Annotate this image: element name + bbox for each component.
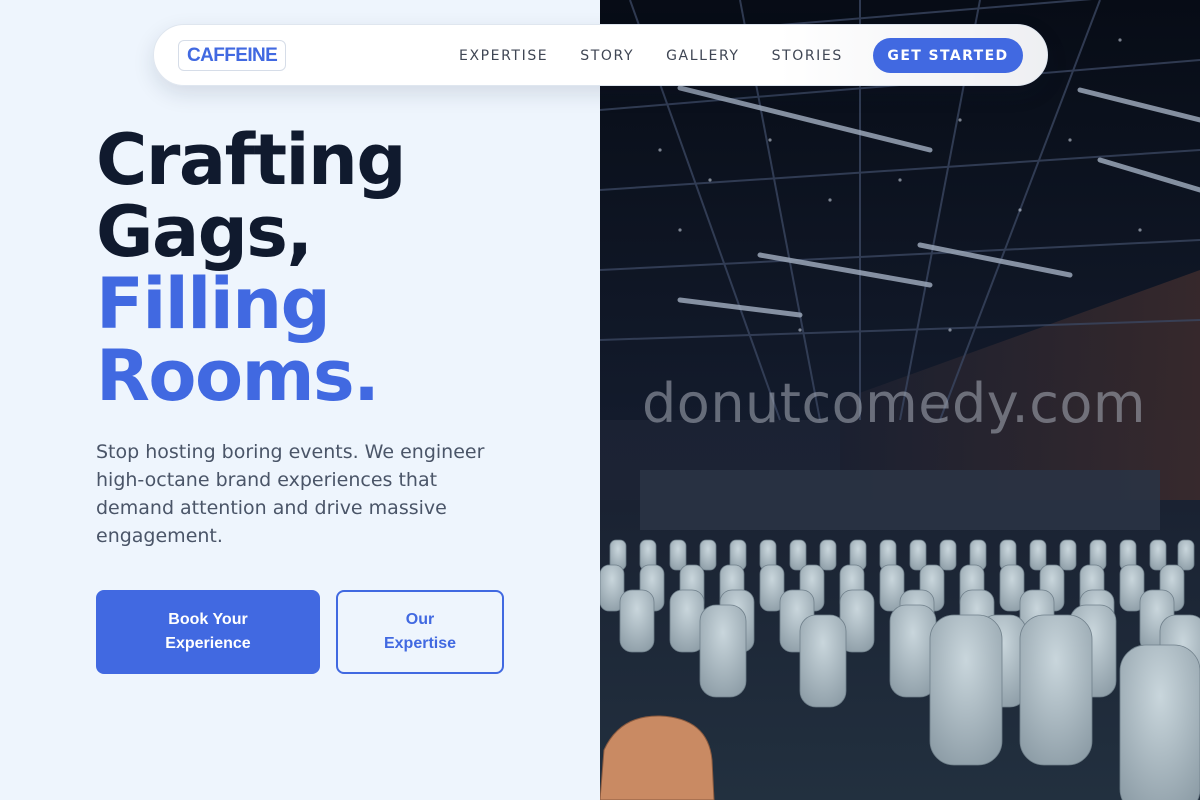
hero-title: Crafting Gags, Filling Rooms. (96, 124, 576, 412)
hero-title-line-2: Gags, (96, 191, 313, 273)
nav-link-gallery[interactable]: GALLERY (666, 48, 739, 64)
nav-link-story[interactable]: STORY (580, 48, 634, 64)
book-experience-button[interactable]: Book Your Experience (96, 590, 320, 674)
get-started-button[interactable]: GET STARTED (873, 38, 1023, 73)
hero-subtitle: Stop hosting boring events. We engineer … (96, 441, 485, 547)
hero-image: donutcomedy.com (600, 0, 1200, 800)
top-navbar: CAFFEINE EXPERTISE STORY GALLERY STORIES… (153, 24, 1048, 86)
nav-link-stories[interactable]: STORIES (772, 48, 843, 64)
hero-panel: Crafting Gags, Filling Rooms. Stop hosti… (0, 0, 600, 800)
watermark-text: donutcomedy.com (642, 372, 1147, 435)
our-expertise-button[interactable]: Our Expertise (336, 590, 504, 674)
hero-title-line-1: Crafting (96, 119, 406, 201)
hero-title-line-3: Filling (96, 263, 331, 345)
nav-link-expertise[interactable]: EXPERTISE (459, 48, 548, 64)
nav-links: EXPERTISE STORY GALLERY STORIES (459, 25, 875, 87)
brand-logo[interactable]: CAFFEINE (178, 40, 287, 71)
hero-title-line-4: Rooms. (96, 335, 380, 417)
